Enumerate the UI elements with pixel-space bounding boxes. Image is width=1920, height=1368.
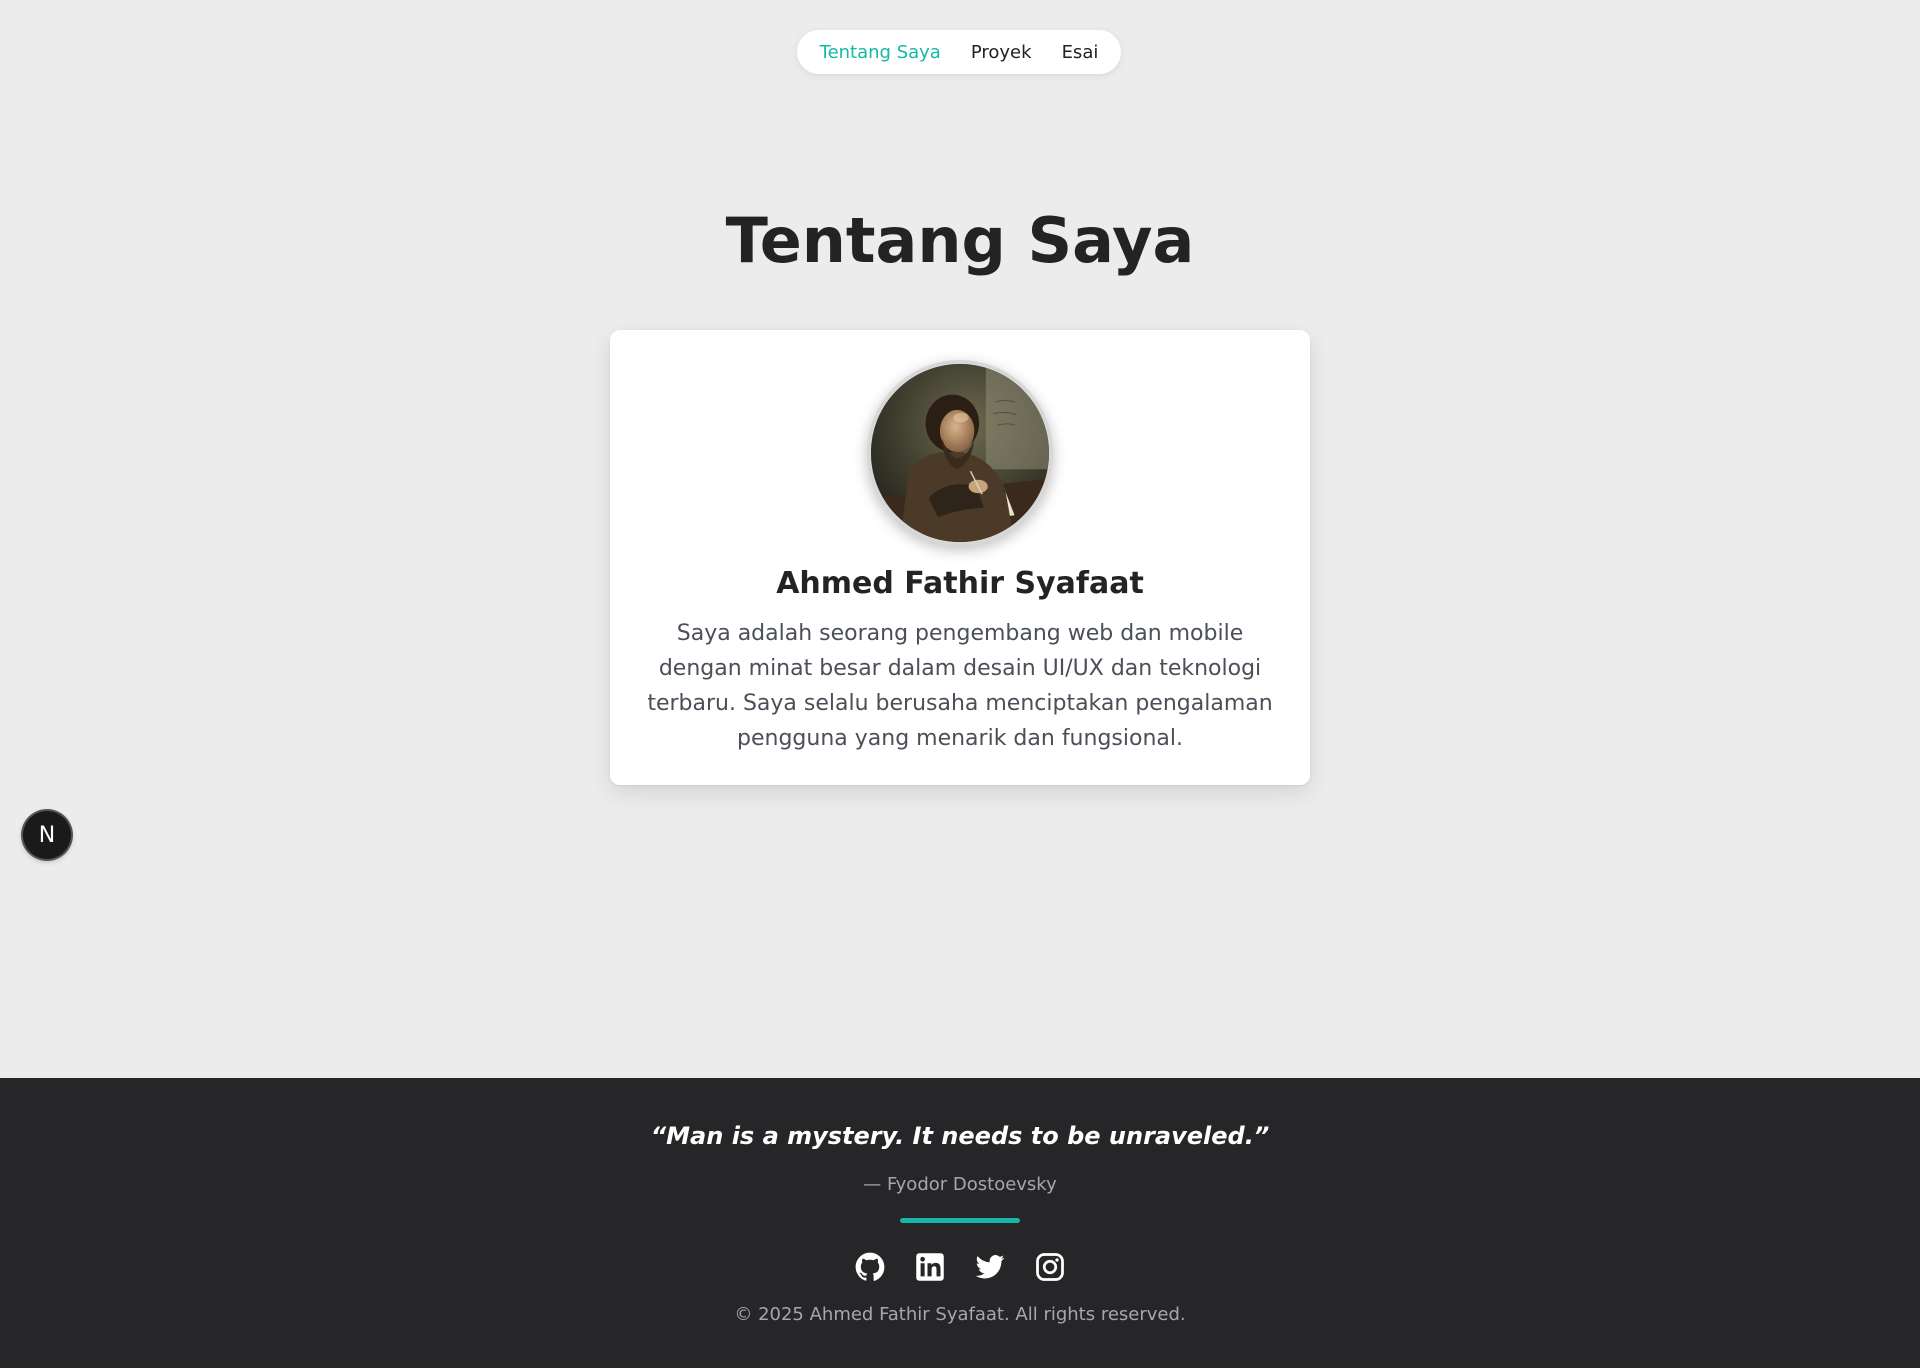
nextjs-icon[interactable]: N xyxy=(23,811,71,859)
accent-divider xyxy=(900,1218,1020,1223)
twitter-icon[interactable] xyxy=(975,1252,1005,1282)
footer-quote: “Man is a mystery. It needs to be unrave… xyxy=(650,1122,1270,1150)
social-links xyxy=(855,1252,1065,1282)
page-title: Tentang Saya xyxy=(725,204,1195,277)
profile-bio: Saya adalah seorang pengembang web dan m… xyxy=(647,621,1273,751)
github-icon[interactable] xyxy=(855,1252,885,1282)
avatar xyxy=(867,360,1053,546)
quote-author: — Fyodor Dostoevsky xyxy=(863,1174,1057,1195)
instagram-icon[interactable] xyxy=(1035,1252,1065,1282)
profile-card: Ahmed Fathir Syafaat Saya adalah seorang… xyxy=(610,330,1310,785)
linkedin-icon[interactable] xyxy=(915,1252,945,1282)
copyright: © 2025 Ahmed Fathir Syafaat. All rights … xyxy=(734,1304,1186,1325)
nav-item-tentang-saya[interactable]: Tentang Saya xyxy=(820,42,941,63)
nav-item-proyek[interactable]: Proyek xyxy=(971,42,1032,63)
profile-name: Ahmed Fathir Syafaat xyxy=(776,566,1144,601)
top-nav: Tentang Saya Proyek Esai xyxy=(797,30,1121,74)
portrait-image xyxy=(871,364,1049,542)
nav-item-esai[interactable]: Esai xyxy=(1062,42,1099,63)
